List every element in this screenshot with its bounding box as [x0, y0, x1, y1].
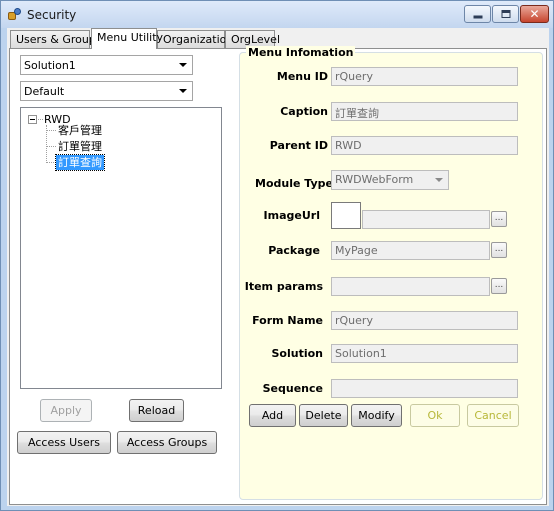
delete-button[interactable]: Delete	[299, 404, 348, 427]
item-params-label: Item params	[244, 280, 323, 293]
tree-connector	[46, 130, 56, 131]
client-area: Users & Groups Menu Utility Organization…	[7, 28, 549, 506]
maximize-button[interactable]	[492, 5, 519, 23]
solution-field[interactable]: Solution1	[331, 344, 518, 363]
default-select[interactable]: Default	[20, 81, 193, 101]
tree-node-selected[interactable]: 訂單查詢	[55, 154, 105, 171]
modify-button[interactable]: Modify	[351, 404, 402, 427]
package-label: Package	[268, 244, 320, 257]
minimize-icon	[473, 15, 482, 19]
ok-button[interactable]: Ok	[410, 404, 460, 427]
form-name-field[interactable]: rQuery	[331, 311, 518, 330]
parent-id-field[interactable]: RWD	[331, 136, 518, 155]
group-title: Menu Infomation	[246, 46, 356, 59]
tree-connector	[46, 162, 56, 163]
form-name-label: Form Name	[252, 314, 323, 327]
solution-select-value: Solution1	[24, 59, 76, 72]
browse-params-icon[interactable]: ...	[491, 278, 507, 294]
tab-strip: Users & Groups Menu Utility Organization…	[7, 28, 549, 49]
tree-node[interactable]: 客戶管理	[56, 123, 104, 138]
sequence-field[interactable]	[331, 379, 518, 398]
tab-users-groups[interactable]: Users & Groups	[10, 30, 102, 48]
module-type-select[interactable]: RWDWebForm	[331, 170, 449, 190]
dropdown-arrow-icon	[179, 89, 187, 93]
sequence-label: Sequence	[262, 382, 323, 395]
tab-menu-utility[interactable]: Menu Utility	[91, 28, 163, 49]
caption-label: Caption	[280, 105, 328, 118]
menu-information-group: Menu Infomation Menu ID rQuery Caption 訂…	[239, 46, 543, 500]
collapse-icon[interactable]	[28, 115, 37, 124]
menu-utility-page: Solution1 Default RWD 客戶管理 訂單管理 訂單查詢 App…	[9, 46, 547, 505]
module-type-value: RWDWebForm	[335, 173, 414, 186]
tree-connector	[46, 146, 56, 147]
item-params-field[interactable]	[331, 277, 490, 296]
solution-select[interactable]: Solution1	[20, 55, 193, 75]
menu-tree[interactable]: RWD 客戶管理 訂單管理 訂單查詢	[20, 107, 222, 389]
image-preview	[331, 202, 361, 229]
minimize-button[interactable]	[464, 5, 491, 23]
tab-organization[interactable]: Organization	[157, 30, 233, 48]
security-window: Security ✕ Users & Groups Menu Utility O…	[0, 0, 554, 511]
keys-icon	[8, 8, 22, 20]
access-groups-button[interactable]: Access Groups	[117, 431, 217, 454]
cancel-button[interactable]: Cancel	[467, 404, 519, 427]
maximize-icon	[501, 10, 510, 18]
menu-id-label: Menu ID	[276, 70, 328, 83]
window-title: Security	[27, 8, 77, 22]
default-select-value: Default	[24, 85, 65, 98]
dropdown-arrow-icon	[435, 178, 443, 182]
title-bar: Security ✕	[1, 1, 553, 28]
tree-node[interactable]: 訂單管理	[56, 139, 104, 154]
package-field[interactable]: MyPage	[331, 241, 490, 260]
browse-image-icon[interactable]: ...	[491, 211, 507, 227]
close-icon: ✕	[529, 7, 540, 21]
browse-package-icon[interactable]: ...	[491, 242, 507, 258]
solution-label: Solution	[271, 347, 324, 360]
module-type-label: Module Type	[255, 177, 333, 190]
dropdown-arrow-icon	[179, 63, 187, 67]
image-url-label: ImageUrl	[263, 209, 320, 222]
parent-id-label: Parent ID	[269, 139, 328, 152]
add-button[interactable]: Add	[249, 404, 296, 427]
menu-id-field[interactable]: rQuery	[331, 67, 518, 86]
reload-button[interactable]: Reload	[129, 399, 184, 422]
apply-button[interactable]: Apply	[40, 399, 92, 422]
caption-field[interactable]: 訂單查詢	[331, 102, 518, 121]
image-url-field[interactable]	[362, 210, 490, 229]
access-users-button[interactable]: Access Users	[17, 431, 111, 454]
close-button[interactable]: ✕	[520, 5, 549, 23]
